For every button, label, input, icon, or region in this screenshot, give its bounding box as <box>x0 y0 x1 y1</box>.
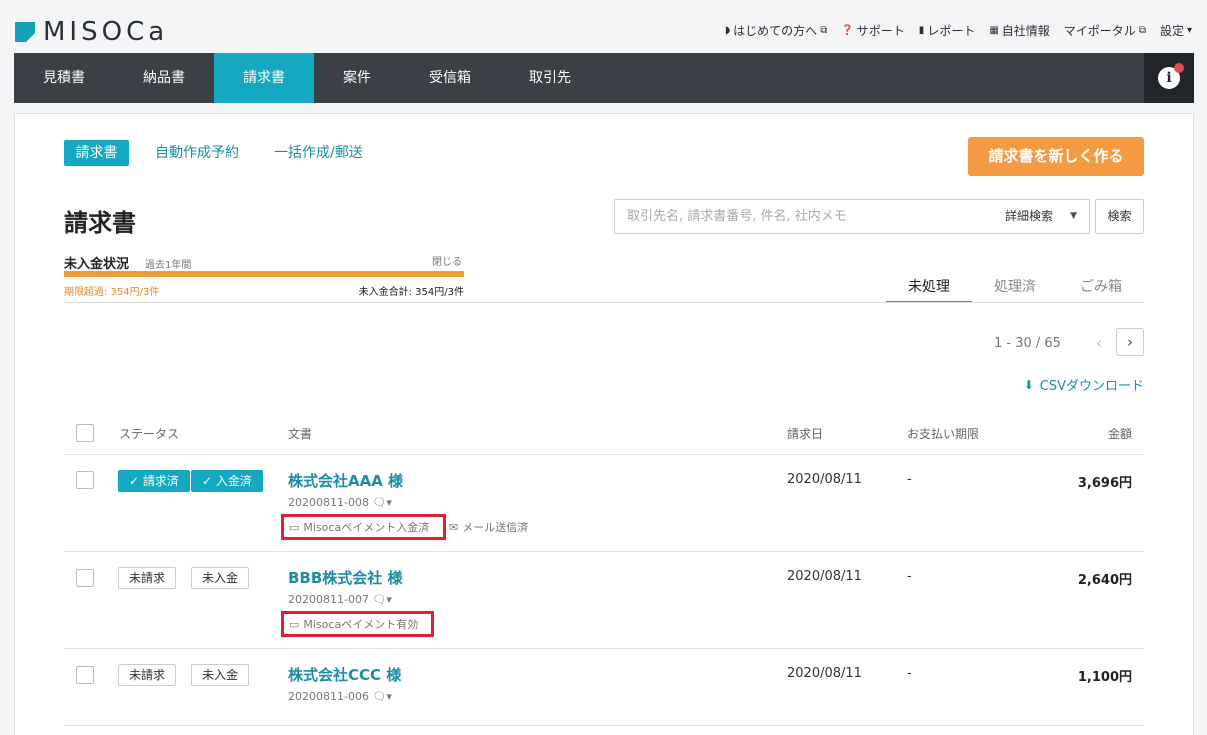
mail-icon: ✉ <box>449 520 459 534</box>
column-header-date: 請求日 <box>787 427 824 441</box>
unpaid-status-period: 過去1年間 <box>145 260 192 271</box>
company-icon: ▦ <box>989 25 999 36</box>
row-checkbox[interactable] <box>76 666 94 684</box>
external-link-icon: ⧉ <box>1138 25 1146 36</box>
prev-page-button[interactable]: ‹ <box>1089 333 1109 353</box>
document-number: 20200811-006 🗨▾ <box>288 690 392 703</box>
status-badge-paid[interactable]: ✓ 入金済 <box>191 470 263 492</box>
due-date: - <box>907 569 912 584</box>
page-title: 請求書 <box>64 209 136 237</box>
unpaid-close-link[interactable]: 閉じる <box>432 253 462 268</box>
row-divider <box>64 648 1144 649</box>
advanced-search-dropdown[interactable]: 詳細検索 ▼ <box>993 199 1090 234</box>
next-page-button[interactable]: › <box>1116 328 1144 356</box>
unpaid-total-summary: 未入金合計: 354円/3件 <box>358 287 464 298</box>
new-invoice-button[interactable]: 請求書を新しく作る <box>968 137 1144 176</box>
payment-tag: ▭ Misocaペイメント有効 <box>281 611 434 637</box>
nav-item-project[interactable]: 案件 <box>314 53 400 103</box>
amount: 2,640円 <box>1077 573 1132 588</box>
nav-item-delivery[interactable]: 納品書 <box>114 53 214 103</box>
top-nav: ◗ はじめての方へ ⧉ ❓ サポート ▮ レポート ▦ 自社情報 マイポータル … <box>725 22 1192 39</box>
document-number: 20200811-007 🗨▾ <box>288 593 392 606</box>
overdue-summary: 期限超過: 354円/3件 <box>64 287 160 298</box>
memo-icon[interactable]: 🗨▾ <box>372 690 392 703</box>
memo-icon[interactable]: 🗨▾ <box>372 496 392 509</box>
info-button[interactable]: i <box>1144 53 1194 103</box>
beginner-mark-icon: ◗ <box>724 25 731 36</box>
search-button[interactable]: 検索 <box>1095 199 1144 234</box>
csv-download-link[interactable]: ⬇ CSVダウンロード <box>1023 375 1144 395</box>
card-icon: ▭ <box>289 520 300 534</box>
report-icon: ▮ <box>918 25 925 36</box>
top-nav-myportal-link[interactable]: マイポータル ⧉ <box>1064 22 1146 39</box>
due-date: - <box>907 472 912 487</box>
column-header-amount: 金額 <box>1107 427 1132 441</box>
caret-down-icon: ▾ <box>1186 25 1192 36</box>
card-icon: ▭ <box>289 617 300 631</box>
tab-divider <box>64 302 1144 303</box>
client-name-link[interactable]: 株式会社CCC 様 <box>288 664 401 685</box>
row-divider <box>64 551 1144 552</box>
client-name-link[interactable]: BBB株式会社 様 <box>288 567 403 588</box>
tab-processed[interactable]: 処理済 <box>978 276 1052 302</box>
caret-down-icon: ▼ <box>1070 211 1077 221</box>
status-badge-unpaid[interactable]: 未入金 <box>191 567 250 589</box>
top-nav-beginner-link[interactable]: ◗ はじめての方へ ⧉ <box>725 22 827 39</box>
external-link-icon: ⧉ <box>820 25 828 36</box>
unpaid-progress-bar <box>64 271 464 277</box>
tab-trash[interactable]: ごみ箱 <box>1066 276 1136 302</box>
tab-unprocessed[interactable]: 未処理 <box>886 276 972 303</box>
help-icon: ❓ <box>841 25 854 36</box>
invoice-date: 2020/08/11 <box>787 569 862 584</box>
logo-mark-icon <box>15 22 35 42</box>
due-date: - <box>907 666 912 681</box>
nav-item-clients[interactable]: 取引先 <box>500 53 600 103</box>
logo-wordmark: MISOCa <box>43 17 169 47</box>
invoice-date: 2020/08/11 <box>787 472 862 487</box>
client-name-link[interactable]: 株式会社AAA 様 <box>288 470 403 491</box>
amount: 1,100円 <box>1077 670 1132 685</box>
column-header-status: ステータス <box>119 427 180 441</box>
row-checkbox[interactable] <box>76 471 94 489</box>
payment-tag: ▭ Misocaペイメント入金済 <box>281 514 446 540</box>
table-divider <box>64 454 1144 455</box>
nav-item-inbox[interactable]: 受信箱 <box>400 53 500 103</box>
top-nav-support-link[interactable]: ❓ サポート <box>841 22 904 39</box>
mail-tag: ✉ メール送信済 <box>449 520 529 535</box>
document-number: 20200811-008 🗨▾ <box>288 496 392 509</box>
unpaid-status-title: 未入金状況 <box>64 257 130 272</box>
subtab-auto-schedule[interactable]: 自動作成予約 <box>155 140 239 166</box>
memo-icon[interactable]: 🗨▾ <box>372 593 392 606</box>
column-header-due: お支払い期限 <box>907 427 980 441</box>
top-nav-report-link[interactable]: ▮ レポート <box>919 22 976 39</box>
column-header-document: 文書 <box>288 427 313 441</box>
pagination-text: 1 - 30 / 65 <box>994 336 1061 351</box>
select-all-checkbox[interactable] <box>76 424 94 442</box>
search-input[interactable] <box>614 199 994 234</box>
subtab-invoice[interactable]: 請求書 <box>64 140 129 166</box>
misoca-logo[interactable]: MISOCa <box>15 17 169 47</box>
advanced-search-label: 詳細検索 <box>1005 209 1054 223</box>
amount: 3,696円 <box>1077 476 1132 491</box>
nav-item-invoice[interactable]: 請求書 <box>214 53 314 103</box>
top-nav-settings-menu[interactable]: 設定 ▾ <box>1160 22 1192 39</box>
row-checkbox[interactable] <box>76 569 94 587</box>
row-divider <box>64 725 1144 726</box>
status-badge-not-invoiced[interactable]: 未請求 <box>118 567 177 589</box>
nav-item-estimate[interactable]: 見積書 <box>14 53 114 103</box>
notification-dot <box>1174 63 1184 73</box>
main-nav: 見積書 納品書 請求書 案件 受信箱 取引先 i <box>14 53 1194 103</box>
status-badge-invoiced[interactable]: ✓ 請求済 <box>118 470 190 492</box>
top-nav-company-link[interactable]: ▦ 自社情報 <box>989 22 1049 39</box>
status-badge-not-invoiced[interactable]: 未請求 <box>118 664 177 686</box>
status-badge-unpaid[interactable]: 未入金 <box>191 664 250 686</box>
subtab-bulk-create[interactable]: 一括作成/郵送 <box>274 140 363 166</box>
invoice-date: 2020/08/11 <box>787 666 862 681</box>
download-icon: ⬇ <box>1023 377 1034 392</box>
